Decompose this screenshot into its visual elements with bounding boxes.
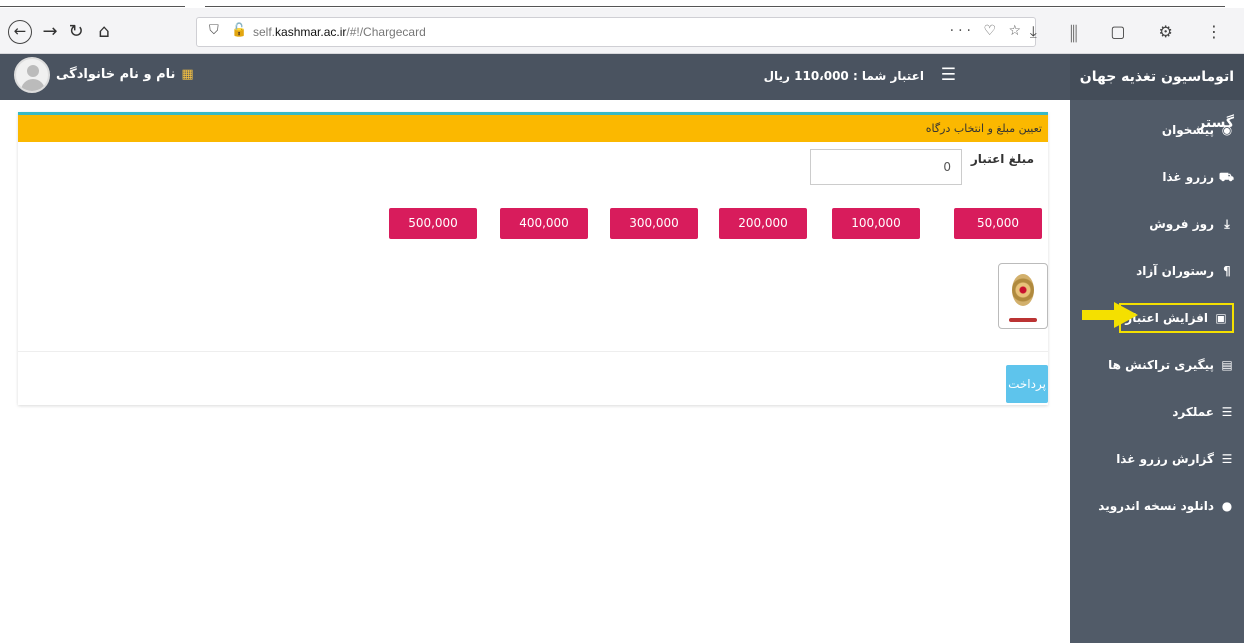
android-icon: ●: [1221, 499, 1233, 513]
pay-button[interactable]: پرداخت: [1006, 365, 1048, 403]
credit-balance: اعتبار شما : 110،000 ریال: [763, 69, 924, 83]
reload-icon[interactable]: ↻: [64, 20, 88, 44]
amount-button-300000[interactable]: 300,000: [610, 208, 698, 239]
amount-button-50000[interactable]: 50,000: [954, 208, 1042, 239]
amount-label: مبلغ اعتبار: [970, 152, 1034, 166]
charge-card-panel: تعیین مبلغ و انتخاب درگاه مبلغ اعتبار 0 …: [18, 112, 1048, 405]
sidebar-item-performance[interactable]: ☰عملکرد: [1070, 390, 1244, 434]
bank-gateway-logo[interactable]: [998, 263, 1048, 329]
sidebar: اتوماسیون تغذیه جهان گستر ◉پیشخوان ⛟رزرو…: [1070, 54, 1244, 643]
sidebar-item-free-restaurant[interactable]: ¶رستوران آزاد: [1070, 249, 1244, 293]
address-bar[interactable]: ⛉ 🔓 self.kashmar.ac.ir/#!/Chargecard ···…: [196, 17, 1036, 47]
menu-toggle-icon[interactable]: ☰: [941, 65, 956, 85]
panel-title: تعیین مبلغ و انتخاب درگاه: [18, 115, 1048, 142]
sidebar-item-android-download[interactable]: ●دانلود نسخه اندروید: [1070, 484, 1244, 528]
back-icon[interactable]: ←: [8, 20, 32, 44]
divider: [18, 351, 1048, 352]
user-name[interactable]: ▦نام و نام خانوادگی: [56, 67, 194, 82]
amount-button-100000[interactable]: 100,000: [832, 208, 920, 239]
arrow-pointer-icon: [1082, 302, 1138, 328]
user-menu-icon: ▦: [181, 67, 194, 82]
sidebar-item-dashboard[interactable]: ◉پیشخوان: [1070, 108, 1244, 152]
browser-tools[interactable]: ⤓ ⫼ ▢ ⚙ ⋮: [1030, 22, 1236, 42]
insecure-lock-icon[interactable]: 🔓: [231, 23, 247, 38]
dashboard-icon: ◉: [1221, 123, 1233, 137]
forward-icon[interactable]: →: [38, 20, 62, 44]
list-icon: ☰: [1221, 452, 1233, 466]
sidebar-item-sale-day[interactable]: ⤓روز فروش: [1070, 202, 1244, 246]
sidebar-item-transactions[interactable]: ▤پیگیری تراکنش ها: [1070, 343, 1244, 387]
sidebar-item-reserve-report[interactable]: ☰گزارش رزرو غذا: [1070, 437, 1244, 481]
url-text[interactable]: self.kashmar.ac.ir/#!/Chargecard: [253, 25, 426, 39]
fork-knife-icon: ¶: [1223, 264, 1231, 278]
amount-button-500000[interactable]: 500,000: [389, 208, 477, 239]
amount-button-400000[interactable]: 400,000: [500, 208, 588, 239]
cart-icon: ⛟: [1218, 170, 1234, 184]
amount-input[interactable]: 0: [810, 149, 962, 185]
browser-toolbar: ← → ↻ ⌂ ⛉ 🔓 self.kashmar.ac.ir/#!/Charge…: [0, 8, 1244, 54]
avatar[interactable]: [14, 57, 50, 93]
shield-icon[interactable]: ⛉: [209, 23, 219, 38]
amount-button-200000[interactable]: 200,000: [719, 208, 807, 239]
download-icon: ⤓: [1224, 217, 1230, 231]
app-header: ▦نام و نام خانوادگی اعتبار شما : 110،000…: [0, 54, 1070, 100]
money-icon: ▣: [1215, 311, 1227, 325]
sidebar-item-reserve-food[interactable]: ⛟رزرو غذا: [1070, 155, 1244, 199]
home-icon[interactable]: ⌂: [92, 20, 116, 44]
document-icon: ▤: [1221, 358, 1233, 372]
brand-title: اتوماسیون تغذیه جهان گستر: [1070, 54, 1244, 131]
top-edge: [0, 0, 1244, 8]
list-icon: ☰: [1221, 405, 1233, 419]
page-actions-icon[interactable]: ··· ♡ ☆: [950, 23, 1025, 39]
